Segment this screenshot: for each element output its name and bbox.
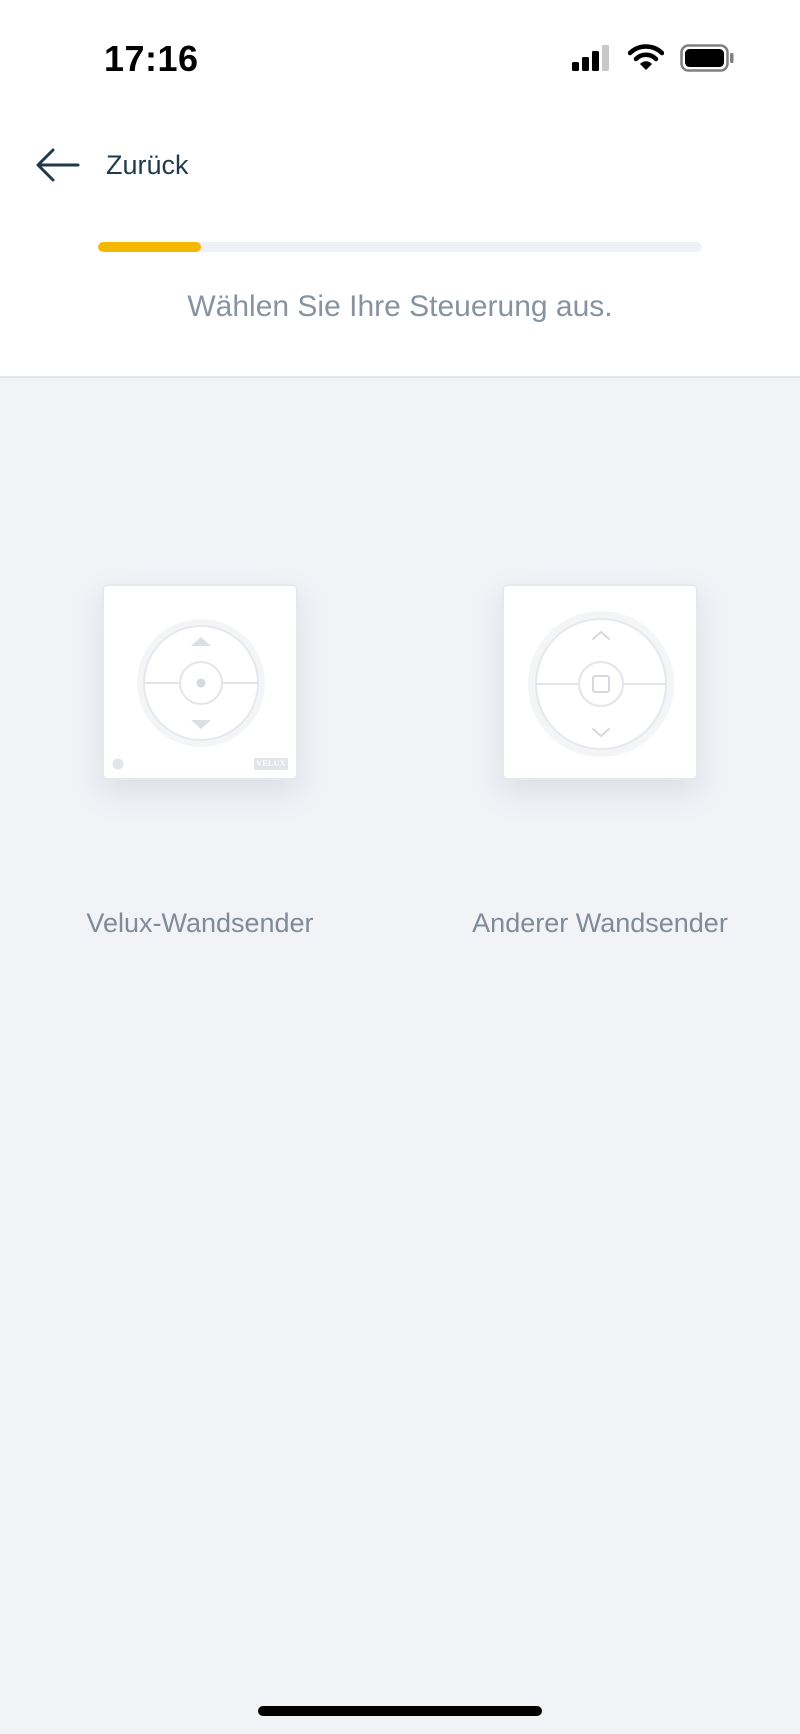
status-time: 17:16 bbox=[104, 38, 199, 79]
generic-wall-switch-icon bbox=[528, 611, 674, 757]
wifi-icon bbox=[628, 44, 664, 70]
header: 17:16 Zurück Wählen Sie Ihre Steuerung a… bbox=[0, 0, 800, 378]
back-label: Zurück bbox=[106, 149, 189, 180]
velux-brand-mark: VELUX bbox=[256, 759, 286, 768]
cellular-signal-icon bbox=[572, 45, 609, 71]
velux-wall-switch-icon bbox=[112, 619, 288, 770]
instruction-text: Wählen Sie Ihre Steuerung aus. bbox=[187, 290, 613, 323]
progress-bar bbox=[98, 242, 702, 252]
status-icons bbox=[572, 44, 734, 72]
home-indicator[interactable] bbox=[258, 1706, 542, 1716]
velux-wall-switch-tile[interactable]: VELUX bbox=[102, 584, 298, 780]
option-label: Velux-Wandsender bbox=[86, 908, 314, 938]
option-other-wall-switch[interactable]: Anderer Wandsender bbox=[420, 584, 780, 939]
arrow-left-icon bbox=[36, 148, 80, 182]
option-velux-wall-switch[interactable]: VELUX Velux-Wandsender bbox=[20, 584, 380, 939]
progress-bar-fill bbox=[98, 242, 201, 252]
option-label: Anderer Wandsender bbox=[472, 908, 728, 938]
other-wall-switch-tile[interactable] bbox=[502, 584, 698, 780]
back-button[interactable]: Zurück bbox=[36, 140, 189, 190]
battery-icon bbox=[680, 44, 734, 72]
